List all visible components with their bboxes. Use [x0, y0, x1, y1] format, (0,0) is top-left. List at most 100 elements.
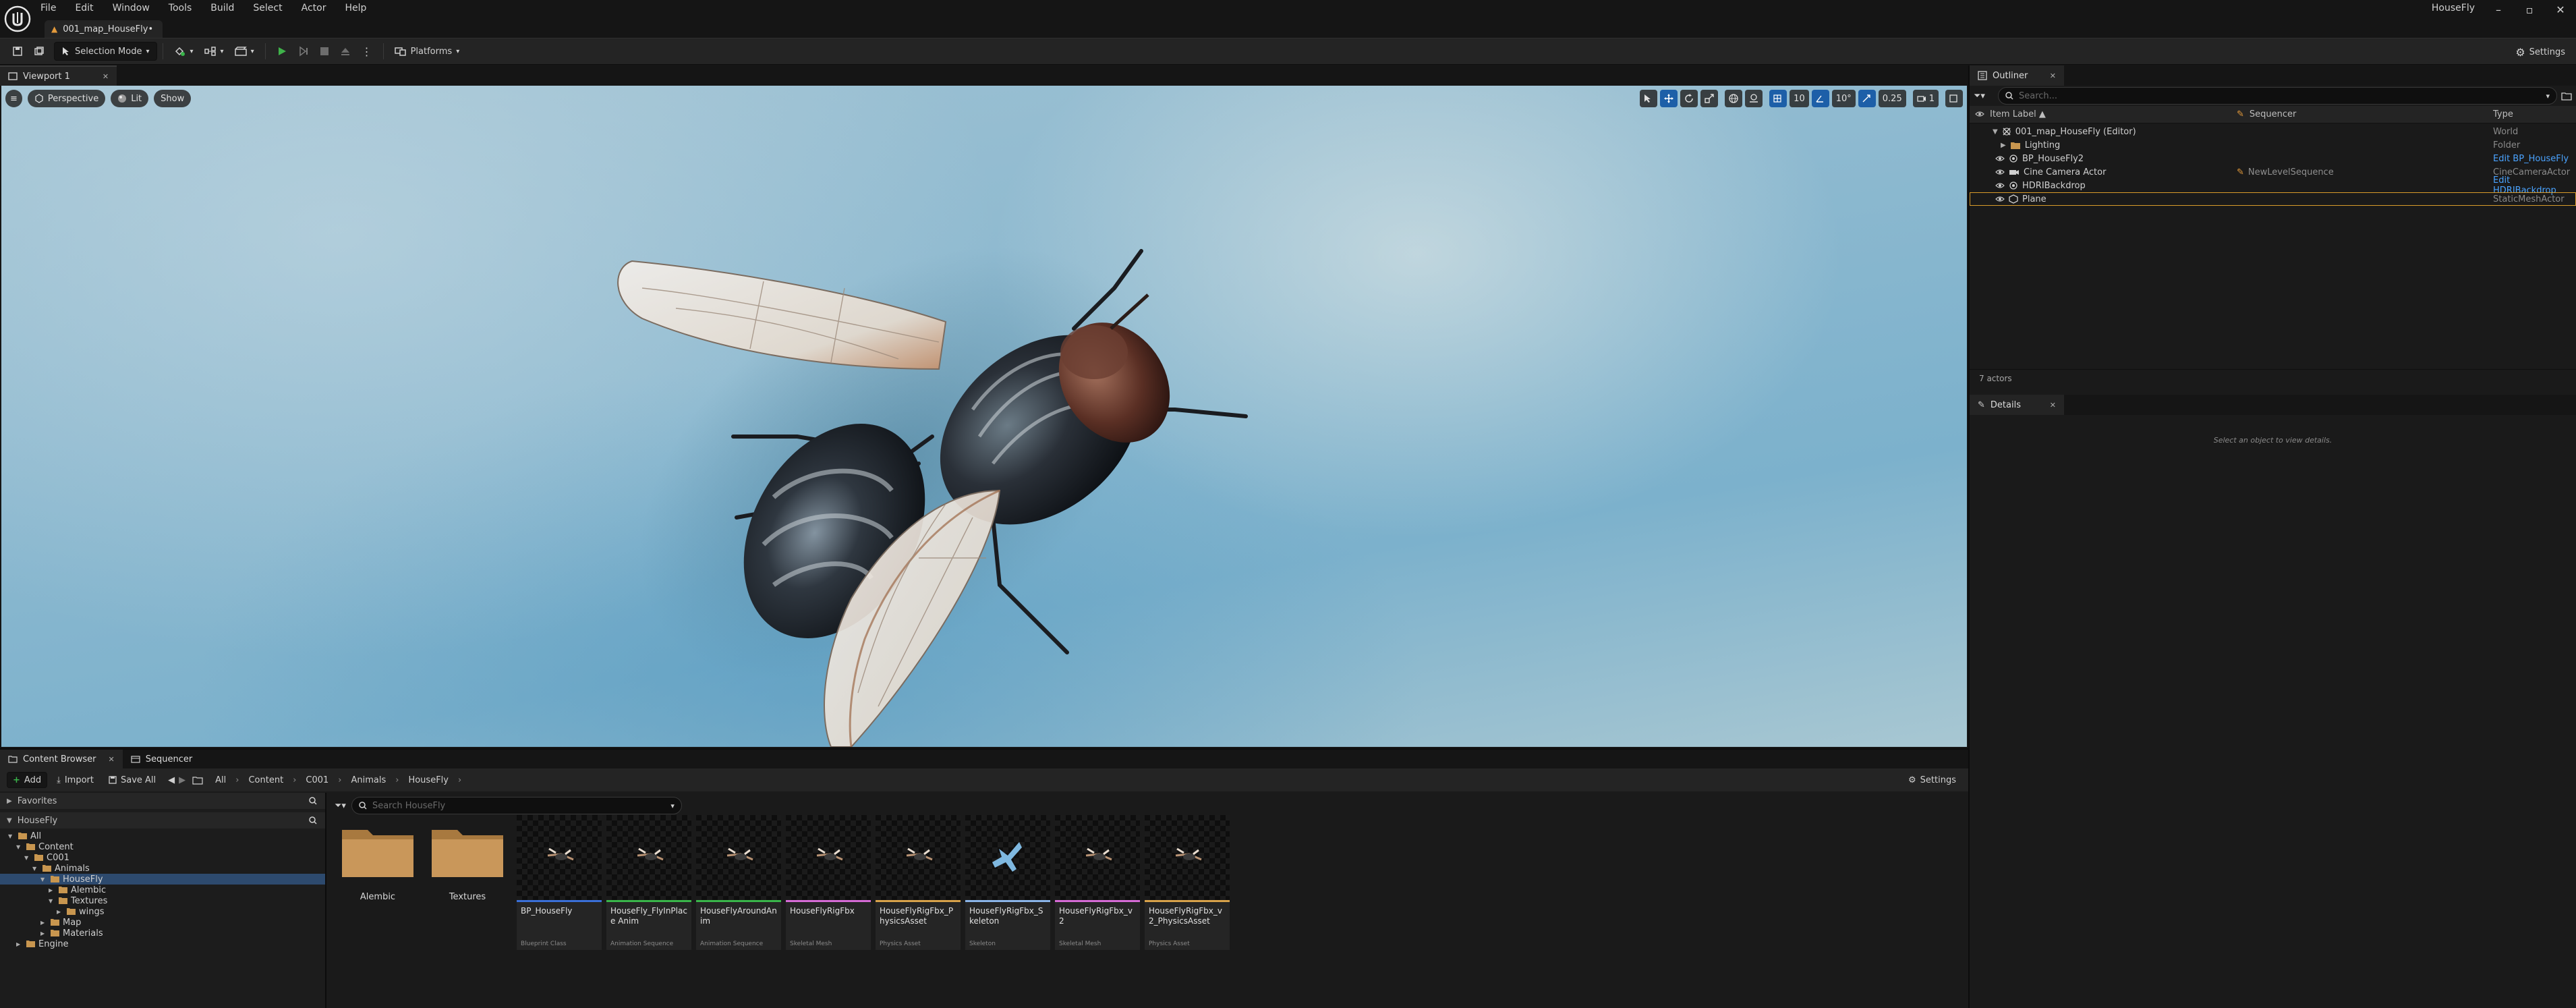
close-icon[interactable]: ✕: [109, 755, 115, 764]
menu-select[interactable]: Select: [253, 0, 282, 16]
outliner-row-sequencer[interactable]: ✎ NewLevelSequence: [2237, 165, 2334, 179]
rotation-snap-value[interactable]: 10°: [1831, 90, 1856, 107]
close-icon[interactable]: ✕: [103, 72, 109, 81]
blueprints-button[interactable]: ▾: [199, 42, 229, 61]
tree-item[interactable]: ▼ Animals: [0, 863, 325, 874]
chevron-down-icon[interactable]: ▼: [16, 844, 23, 850]
chevron-down-icon[interactable]: ▼: [8, 833, 15, 839]
add-actor-button[interactable]: ▾: [169, 42, 199, 61]
tree-item[interactable]: ▼ HouseFly: [0, 874, 325, 885]
asset-tile[interactable]: HouseFlyRigFbx_Skeleton Skeleton: [965, 815, 1050, 950]
rotate-tool-icon[interactable]: [1680, 90, 1698, 107]
menu-build[interactable]: Build: [210, 0, 234, 16]
filter-icon[interactable]: ⏷▾: [1974, 91, 1994, 101]
stop-icon[interactable]: [314, 42, 335, 61]
maximize-icon[interactable]: ▫: [2514, 0, 2545, 19]
show-dropdown[interactable]: Show: [154, 90, 192, 107]
save-all-button[interactable]: Save All: [103, 771, 161, 789]
scale-snap-value[interactable]: 0.25: [1878, 90, 1906, 107]
view-mode-dropdown[interactable]: Lit: [111, 90, 149, 107]
toolbar-settings-button[interactable]: ⚙ Settings: [2510, 43, 2571, 61]
viewport-menu-button[interactable]: ≡: [5, 90, 22, 107]
asset-tile[interactable]: HouseFlyRigFbx Skeletal Mesh: [786, 815, 871, 950]
content-browser-tab[interactable]: Content Browser ✕: [0, 750, 123, 768]
asset-tile[interactable]: HouseFlyRigFbx_v2_PhysicsAsset Physics As…: [1145, 815, 1230, 950]
outliner-row-plane[interactable]: Plane StaticMeshActor: [1970, 192, 2576, 206]
visibility-icon[interactable]: [1976, 169, 2005, 175]
platforms-dropdown[interactable]: Platforms ▾: [389, 42, 465, 61]
tree-item[interactable]: ▶ wings: [0, 906, 325, 917]
surface-snap-icon[interactable]: [1745, 90, 1763, 107]
tree-item[interactable]: ▼ All: [0, 831, 325, 841]
menu-edit[interactable]: Edit: [75, 0, 93, 16]
details-tab[interactable]: ✎ Details ✕: [1970, 395, 2064, 415]
filter-icon[interactable]: ⏷▾: [335, 801, 346, 811]
asset-tile[interactable]: BP_HouseFly Blueprint Class: [517, 815, 602, 950]
chevron-right-icon[interactable]: ▶: [40, 930, 47, 936]
cinematics-button[interactable]: ▾: [229, 42, 260, 61]
close-icon[interactable]: ✕: [2050, 72, 2056, 80]
tree-item[interactable]: ▼ Textures: [0, 895, 325, 906]
asset-tile[interactable]: HouseFly_FlyInPlace Anim Animation Sequen…: [606, 815, 691, 950]
favorites-header[interactable]: ▶ Favorites: [0, 793, 325, 809]
grid-snap-toggle[interactable]: [1769, 90, 1787, 107]
search-icon[interactable]: [309, 816, 317, 824]
close-icon[interactable]: ✕: [2545, 0, 2576, 19]
breadcrumb-c001[interactable]: C001: [306, 775, 328, 785]
chevron-right-icon[interactable]: ▶: [2001, 142, 2006, 149]
translate-tool-icon[interactable]: [1660, 90, 1678, 107]
tree-item[interactable]: ▶ Engine: [0, 939, 325, 949]
chevron-down-icon[interactable]: ▼: [49, 898, 55, 904]
outliner-row-hdribackdrop[interactable]: HDRIBackdrop Edit HDRIBackdrop: [1970, 175, 2576, 196]
maximize-viewport-icon[interactable]: [1945, 90, 1963, 107]
menu-window[interactable]: Window: [113, 0, 150, 16]
asset-tile[interactable]: HouseFlyRigFbx_v2 Skeletal Mesh: [1055, 815, 1140, 950]
visibility-column-icon[interactable]: [1975, 110, 1984, 118]
outliner-search-input[interactable]: Search... ▾: [1998, 87, 2557, 105]
play-button[interactable]: [271, 42, 293, 61]
breadcrumb-housefly[interactable]: HouseFly: [408, 775, 449, 785]
chevron-right-icon[interactable]: ▶: [16, 941, 23, 947]
minimize-icon[interactable]: –: [2483, 0, 2514, 19]
advance-frame-icon[interactable]: [293, 42, 314, 61]
edit-bp-housefly-link[interactable]: Edit BP_HouseFly: [2493, 152, 2569, 165]
outliner-row-lighting[interactable]: ▶ Lighting Folder: [1970, 138, 2576, 152]
outliner-row-world[interactable]: ▼ 001_map_HouseFly (Editor) World: [1970, 125, 2576, 138]
chevron-down-icon[interactable]: ▼: [32, 866, 39, 872]
play-options-icon[interactable]: ⋮: [356, 42, 378, 61]
perspective-dropdown[interactable]: Perspective: [27, 90, 106, 107]
add-button[interactable]: + Add: [7, 772, 48, 788]
scale-snap-toggle[interactable]: [1858, 90, 1876, 107]
sequencer-tab[interactable]: Sequencer: [123, 750, 200, 768]
chevron-down-icon[interactable]: ▼: [1993, 128, 1998, 136]
import-button[interactable]: ⤓ Import: [51, 771, 99, 789]
close-icon[interactable]: ✕: [2050, 401, 2056, 410]
content-browser-icon[interactable]: [28, 42, 50, 61]
menu-file[interactable]: File: [40, 0, 56, 16]
grid-snap-value[interactable]: 10: [1790, 90, 1809, 107]
tree-item[interactable]: ▶ Materials: [0, 928, 325, 939]
asset-tile[interactable]: HouseFlyRigFbx_PhysicsAsset Physics Asset: [876, 815, 961, 950]
menu-tools[interactable]: Tools: [169, 0, 192, 16]
item-label-column[interactable]: Item Label ▲: [1990, 109, 2046, 119]
type-column[interactable]: Type: [2493, 109, 2513, 119]
viewport-tab[interactable]: Viewport 1 ✕: [0, 65, 117, 86]
outliner-row-bp-housefly2[interactable]: BP_HouseFly2 Edit BP_HouseFly: [1970, 152, 2576, 165]
asset-tile[interactable]: HouseFlyAroundAnim Animation Sequence: [696, 815, 781, 950]
tree-item[interactable]: ▼ C001: [0, 852, 325, 863]
scale-tool-icon[interactable]: [1700, 90, 1719, 107]
tree-root-header[interactable]: ▼ HouseFly: [0, 812, 325, 829]
folder-tile-textures[interactable]: Textures: [430, 824, 505, 905]
chevron-right-icon[interactable]: ▶: [57, 909, 63, 915]
chevron-right-icon[interactable]: ▶: [40, 920, 47, 926]
asset-search-input[interactable]: Search HouseFly ▾: [351, 797, 682, 814]
content-browser-settings-button[interactable]: ⚙ Settings: [1903, 771, 1962, 789]
level-viewport[interactable]: ≡ Perspective Lit Show 10 10° 0.25 1: [1, 86, 1967, 747]
rotation-snap-toggle[interactable]: [1811, 90, 1829, 107]
visibility-icon[interactable]: [1976, 155, 2005, 162]
tree-item[interactable]: ▼ Content: [0, 841, 325, 852]
save-icon[interactable]: [7, 42, 28, 61]
history-forward-icon[interactable]: ▶: [179, 775, 185, 785]
history-back-icon[interactable]: ◀: [168, 775, 175, 785]
eject-icon[interactable]: [335, 42, 356, 61]
